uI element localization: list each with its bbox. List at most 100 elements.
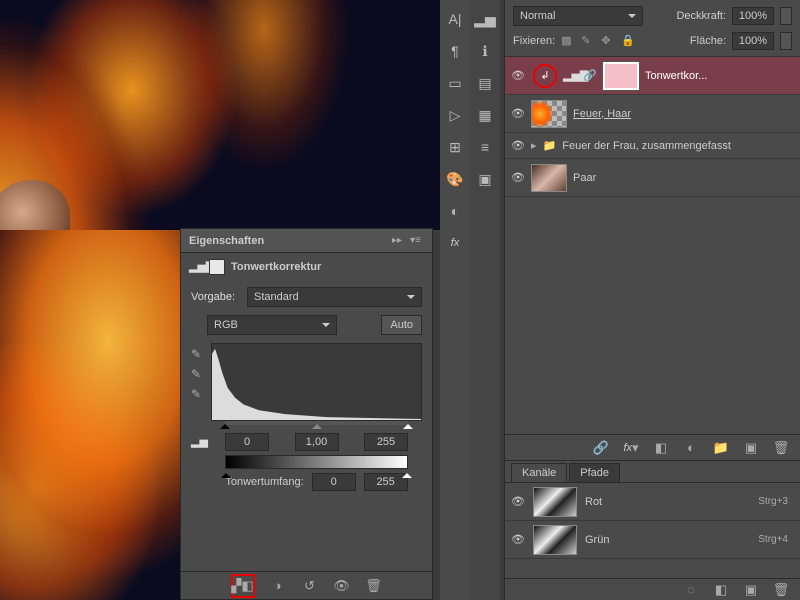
toggle-visibility-button[interactable]: 👁 [333, 577, 351, 595]
delete-adjustment-button[interactable]: 🗑 [365, 577, 383, 595]
layer-row[interactable]: 👁 ▸ 📁 Feuer der Frau, zusammengefasst [505, 133, 800, 159]
properties-body: Vorgabe: Standard RGB Auto ✎ ✎ ✎ [181, 281, 432, 571]
expand-icon[interactable]: ▸ [531, 139, 537, 152]
navigator-icon[interactable]: ▣ [474, 168, 496, 190]
channel-thumb[interactable] [533, 487, 577, 517]
eyedropper-group: ✎ ✎ ✎ [191, 343, 205, 425]
info-icon[interactable]: ℹ [474, 40, 496, 62]
eyedropper-gray-icon[interactable]: ✎ [191, 367, 205, 381]
input-black-handle[interactable] [220, 419, 230, 429]
delete-channel-button[interactable]: 🗑 [772, 581, 790, 599]
levels-layer-icon: ▂▅▇ [563, 69, 577, 83]
histogram[interactable] [211, 343, 422, 421]
layer-name[interactable]: Paar [573, 172, 794, 184]
input-white-handle[interactable] [403, 419, 413, 429]
fx-icon[interactable]: fx [444, 232, 466, 254]
palette-icon[interactable]: 🎨 [444, 168, 466, 190]
new-channel-button[interactable]: ▣ [742, 581, 760, 599]
opacity-field[interactable]: 100% [732, 7, 774, 25]
load-selection-button[interactable]: ◌ [682, 581, 700, 599]
tab-paths[interactable]: Pfade [569, 463, 620, 482]
swatches-icon[interactable]: ⊞ [444, 136, 466, 158]
visibility-toggle[interactable]: 👁 [511, 171, 525, 184]
input-gamma-handle[interactable] [312, 419, 322, 429]
layer-name[interactable]: Feuer der Frau, zusammengefasst [562, 140, 794, 152]
visibility-toggle[interactable]: 👁 [511, 69, 525, 82]
fill-field[interactable]: 100% [732, 32, 774, 50]
output-white-handle[interactable] [402, 468, 412, 478]
adjustments-icon[interactable]: ◐ [444, 200, 466, 222]
reset-button[interactable]: ↺ [301, 577, 319, 595]
collapse-icon[interactable]: ▸▸ [392, 235, 406, 246]
lock-position-icon[interactable]: ✥ [601, 34, 615, 48]
auto-button[interactable]: Auto [381, 315, 422, 335]
layer-row[interactable]: 👁 Feuer, Haar [505, 95, 800, 133]
tab-channels[interactable]: Kanäle [511, 463, 567, 482]
channels-icon[interactable]: ▦ [474, 104, 496, 126]
preset-select[interactable]: Standard [247, 287, 422, 307]
layer-fx-button[interactable]: fx▾ [622, 439, 640, 457]
lock-transparent-icon[interactable]: ▩ [561, 34, 575, 48]
layer-row[interactable]: 👁 ↲ ▂▅▇ 🔗 Tonwertkor... [505, 57, 800, 95]
link-layers-button[interactable]: 🔗 [592, 439, 610, 457]
output-black-handle[interactable] [221, 468, 231, 478]
panel-menu-icon[interactable]: ▾≡ [410, 235, 424, 246]
channel-row[interactable]: 👁 Rot Strg+3 [505, 483, 800, 521]
eyedropper-black-icon[interactable]: ✎ [191, 347, 205, 361]
histogram-icon[interactable]: ▂▅ [474, 8, 496, 30]
save-selection-button[interactable]: ◧ [712, 581, 730, 599]
actions-icon[interactable]: ≡ [474, 136, 496, 158]
folder-icon: 📁 [543, 139, 557, 152]
new-layer-button[interactable]: ▣ [742, 439, 760, 457]
layers-icon[interactable]: ▤ [474, 72, 496, 94]
layer-name[interactable]: Feuer, Haar [573, 108, 794, 120]
visibility-toggle[interactable]: 👁 [511, 107, 525, 120]
visibility-toggle[interactable]: 👁 [511, 495, 525, 508]
input-slider[interactable] [225, 421, 408, 425]
visibility-toggle[interactable]: 👁 [511, 533, 525, 546]
channel-row[interactable]: 👁 Grün Strg+4 [505, 521, 800, 559]
fill-dropdown[interactable] [780, 32, 792, 50]
delete-layer-button[interactable]: 🗑 [772, 439, 790, 457]
new-adjustment-button[interactable]: ◐ [682, 439, 700, 457]
paragraph-tool-icon[interactable]: ¶ [444, 40, 466, 62]
layer-thumb[interactable] [531, 164, 567, 192]
blend-mode-select[interactable]: Normal [513, 6, 643, 26]
lock-pixels-icon[interactable]: ✎ [581, 34, 595, 48]
previous-state-button[interactable]: ◑ [269, 577, 287, 595]
lock-all-icon[interactable]: 🔒 [621, 34, 635, 48]
type-tool-icon[interactable]: A| [444, 8, 466, 30]
properties-footer: ▞◧ ◑ ↺ 👁 🗑 [181, 571, 432, 599]
canvas-viewport[interactable] [0, 0, 440, 230]
channel-shortcut: Strg+4 [758, 534, 788, 545]
layer-name[interactable]: Tonwertkor... [645, 70, 794, 82]
levels-small-icon: ▂▅ [191, 435, 205, 449]
visibility-toggle[interactable]: 👁 [511, 139, 525, 152]
properties-panel-header[interactable]: Eigenschaften ▸▸ ▾≡ [181, 229, 432, 253]
link-icon[interactable]: 🔗 [583, 69, 597, 83]
opacity-dropdown[interactable] [780, 7, 792, 25]
output-gradient[interactable] [225, 455, 408, 469]
clip-to-layer-button[interactable]: ▞◧ [234, 577, 252, 595]
input-gamma-field[interactable]: 1,00 [295, 433, 339, 451]
input-black-field[interactable]: 0 [225, 433, 269, 451]
channel-list[interactable]: 👁 Rot Strg+3 👁 Grün Strg+4 [505, 483, 800, 578]
channels-tabs: Kanäle Pfade [505, 461, 800, 483]
channel-select[interactable]: RGB [207, 315, 337, 335]
layer-mask-thumb[interactable] [603, 62, 639, 90]
preset-label: Vorgabe: [191, 291, 241, 303]
input-white-field[interactable]: 255 [364, 433, 408, 451]
measure-tool-icon[interactable]: ▭ [444, 72, 466, 94]
channel-thumb[interactable] [533, 525, 577, 555]
canvas-viewport-lower[interactable] [0, 230, 180, 600]
output-black-field[interactable]: 0 [312, 473, 356, 491]
channel-name: Grün [585, 534, 750, 546]
add-mask-button[interactable]: ◧ [652, 439, 670, 457]
new-group-button[interactable]: 📁 [712, 439, 730, 457]
layer-row[interactable]: 👁 Paar [505, 159, 800, 197]
play-icon[interactable]: ▷ [444, 104, 466, 126]
mask-thumb-icon[interactable] [209, 259, 225, 275]
eyedropper-white-icon[interactable]: ✎ [191, 387, 205, 401]
layer-list[interactable]: 👁 ↲ ▂▅▇ 🔗 Tonwertkor... 👁 Feuer, Haar 👁 … [505, 57, 800, 434]
layer-thumb[interactable] [531, 100, 567, 128]
